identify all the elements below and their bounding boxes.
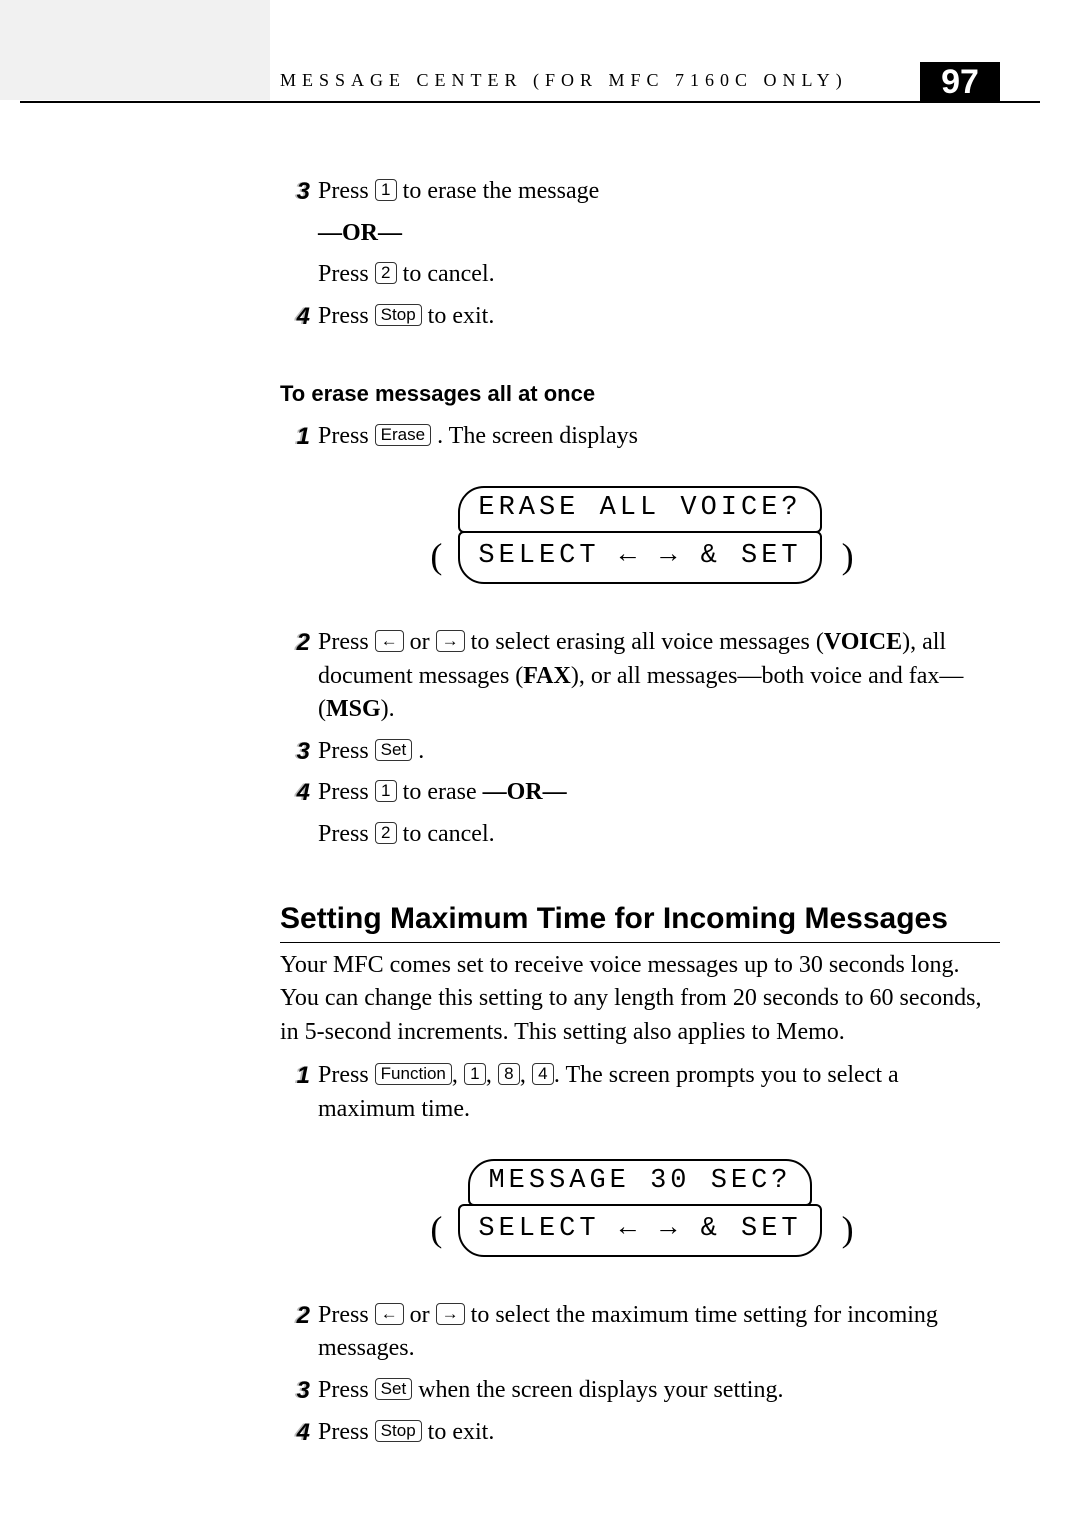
key-left-arrow: ← <box>375 630 404 652</box>
lcd-display-msgtime: ( ) MESSAGE 30 SEC? SELECT ← → & SET <box>280 1149 1000 1271</box>
text: . <box>418 738 424 764</box>
step-4: 4 Press Stop to exit. <box>280 300 1000 334</box>
key-4: 4 <box>532 1063 554 1085</box>
key-stop: Stop <box>375 1420 422 1442</box>
text: ). <box>381 696 395 722</box>
lcd-tail-left-icon: ( <box>430 531 442 581</box>
key-set: Set <box>375 739 413 761</box>
c-step-1: 1 Press Function, 1, 8, 4. The screen pr… <box>280 1059 1000 1126</box>
text: Press <box>318 1302 375 1328</box>
b-step-1: 1 Press Erase . The screen displays <box>280 420 1000 454</box>
text: . The screen displays <box>437 423 638 449</box>
text: or <box>410 1302 436 1328</box>
lcd-line-1: MESSAGE 30 SEC? <box>468 1159 811 1207</box>
key-1: 1 <box>464 1063 486 1085</box>
voice-bold: VOICE <box>824 629 902 655</box>
key-erase: Erase <box>375 424 431 446</box>
text: Press <box>318 738 375 764</box>
lcd-line-1: ERASE ALL VOICE? <box>458 486 821 534</box>
text: to erase the message <box>403 178 600 204</box>
text: Press <box>318 261 375 287</box>
lcd-display-erase: ( ) ERASE ALL VOICE? SELECT ← → & SET <box>280 476 1000 598</box>
step-number: 4 <box>280 776 310 810</box>
section-heading-max-time: Setting Maximum Time for Incoming Messag… <box>280 898 1000 943</box>
lcd-tail-left-icon: ( <box>430 1204 442 1254</box>
text: when the screen displays your setting. <box>418 1377 783 1403</box>
lcd-line-2: SELECT ← → & SET <box>458 1204 821 1257</box>
c-step-2: 2 Press ← or → to select the maximum tim… <box>280 1299 1000 1366</box>
text: to cancel. <box>403 821 495 847</box>
lcd-tail-right-icon: ) <box>842 1204 854 1254</box>
text: Press <box>318 1377 375 1403</box>
lcd-tail-right-icon: ) <box>842 531 854 581</box>
key-set: Set <box>375 1378 413 1400</box>
key-2: 2 <box>375 822 397 844</box>
text: , <box>486 1062 498 1088</box>
text: to select erasing all voice messages ( <box>471 629 824 655</box>
step-number: 1 <box>280 1059 310 1093</box>
page-number-badge: 97 <box>920 62 1000 102</box>
text: , <box>452 1062 464 1088</box>
lcd-line-2: SELECT ← → & SET <box>458 531 821 584</box>
page: MESSAGE CENTER (FOR MFC 7160C ONLY) 97 3… <box>0 0 1080 1519</box>
key-left-arrow: ← <box>375 1303 404 1325</box>
text: Press <box>318 178 375 204</box>
text: Press <box>318 423 375 449</box>
step-number: 2 <box>280 626 310 660</box>
text: to erase <box>403 779 483 805</box>
subheading-erase-all: To erase messages all at once <box>280 379 1000 410</box>
step-number: 3 <box>280 735 310 769</box>
fax-bold: FAX <box>523 663 571 689</box>
step-3: 3 Press 1 to erase the message <box>280 175 1000 209</box>
step-number: 4 <box>280 300 310 334</box>
text: Press <box>318 821 375 847</box>
step-number: 2 <box>280 1299 310 1333</box>
text: Press <box>318 303 375 329</box>
msg-bold: MSG <box>326 696 381 722</box>
c-step-3: 3 Press Set when the screen displays you… <box>280 1374 1000 1408</box>
key-8: 8 <box>498 1063 520 1085</box>
b-step-3: 3 Press Set . <box>280 735 1000 769</box>
b-step-4-alt: Press 2 to cancel. <box>318 818 1000 852</box>
c-step-4: 4 Press Stop to exit. <box>280 1416 1000 1450</box>
step-number: 1 <box>280 420 310 454</box>
step-number: 4 <box>280 1416 310 1450</box>
or-line: —OR— <box>318 217 1000 251</box>
text: Press <box>318 629 375 655</box>
side-margin-strip <box>0 0 270 100</box>
text: , <box>520 1062 532 1088</box>
text: Press <box>318 779 375 805</box>
section-intro: Your MFC comes set to receive voice mess… <box>280 949 1000 1050</box>
text: Press <box>318 1419 375 1445</box>
step-number: 3 <box>280 1374 310 1408</box>
text: to exit. <box>428 303 495 329</box>
text: or <box>410 629 436 655</box>
step-number: 3 <box>280 175 310 209</box>
step-3-alt: Press 2 to cancel. <box>318 258 1000 292</box>
b-step-2: 2 Press ← or → to select erasing all voi… <box>280 626 1000 727</box>
header-rule <box>20 101 1040 103</box>
text: to cancel. <box>403 261 495 287</box>
key-right-arrow: → <box>436 630 465 652</box>
text: to exit. <box>428 1419 495 1445</box>
running-header: MESSAGE CENTER (FOR MFC 7160C ONLY) <box>280 70 848 91</box>
main-content: 3 Press 1 to erase the message —OR— Pres… <box>280 175 1000 1457</box>
key-right-arrow: → <box>436 1303 465 1325</box>
b-step-4: 4 Press 1 to erase —OR— <box>280 776 1000 810</box>
text: Press <box>318 1062 375 1088</box>
key-1: 1 <box>375 179 397 201</box>
key-1: 1 <box>375 780 397 802</box>
or-inline: —OR— <box>483 779 567 805</box>
key-function: Function <box>375 1063 452 1085</box>
key-2: 2 <box>375 262 397 284</box>
key-stop: Stop <box>375 304 422 326</box>
